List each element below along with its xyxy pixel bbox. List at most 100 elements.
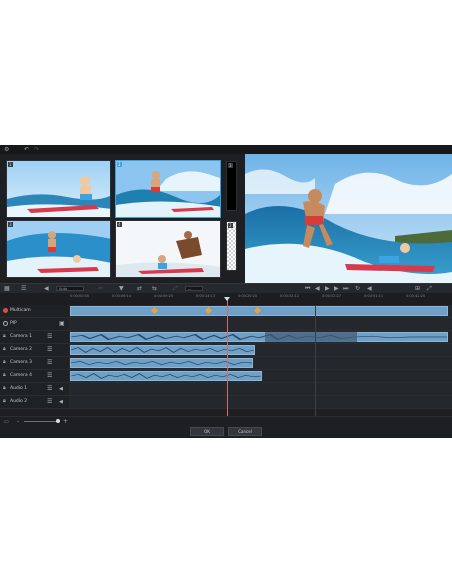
track-camera-3[interactable] <box>69 357 452 370</box>
track-camera-2[interactable] <box>69 344 452 357</box>
track-menu-icon[interactable]: ☰ <box>47 386 52 392</box>
track-name: Audio 1 <box>10 386 28 391</box>
track-header-audio-2[interactable]: 🔒︎ Audio 2 ☰ ◀ <box>0 396 69 409</box>
track-name: Camera 2 <box>10 347 32 352</box>
lock-icon[interactable]: 🔒︎ <box>3 373 8 378</box>
fullscreen-icon[interactable]: ⤢ <box>427 285 432 293</box>
split-icon[interactable]: ✂ <box>98 285 103 293</box>
sync-icon[interactable]: ⇄ <box>137 285 142 293</box>
previous-frame-icon[interactable]: ◀ <box>315 285 320 293</box>
repeat-icon[interactable]: ↻ <box>355 285 360 293</box>
camera-4-preview[interactable]: 4 <box>115 220 221 278</box>
timecode: 0:00:09:20 <box>154 294 174 298</box>
camera-number: 3 <box>8 222 13 227</box>
ok-button[interactable]: OK <box>190 427 224 436</box>
display-select[interactable]: — <box>185 286 203 291</box>
bottom-bar: ▭ - + OK Cancel <box>0 416 452 438</box>
camera-3-preview[interactable]: 3 <box>6 220 111 278</box>
camera-4-clip[interactable] <box>70 371 262 381</box>
speaker-icon[interactable]: ◀ <box>59 399 63 405</box>
timecode: 0:00:06:14 <box>112 294 132 298</box>
track-header-camera-4[interactable]: 🔒︎ Camera 4 ☰ <box>0 370 69 383</box>
camera-2-preview[interactable]: 2 <box>115 160 221 218</box>
track-name: PIP <box>10 321 17 326</box>
play-icon[interactable]: ▶ <box>325 285 330 293</box>
selected-region[interactable] <box>265 332 357 342</box>
track-name: Camera 3 <box>10 360 32 365</box>
volume-icon[interactable]: ◀ <box>367 285 372 293</box>
track-header-pip[interactable]: PIP ▣ <box>0 318 69 331</box>
list-view-icon[interactable]: ☰ <box>21 285 26 293</box>
main-preview <box>245 154 452 283</box>
redo-icon[interactable]: ↷ <box>34 146 39 153</box>
title-bar: ⚙ ↶ ↷ <box>0 145 452 154</box>
marker-icon[interactable]: ▼ <box>119 285 124 293</box>
track-audio-1[interactable] <box>69 383 452 396</box>
audio-select[interactable]: Auto <box>56 286 84 291</box>
lock-icon[interactable]: 🔒︎ <box>3 386 8 391</box>
track-name: Camera 1 <box>10 334 32 339</box>
lock-icon[interactable]: 🔒︎ <box>3 347 8 352</box>
end-marker-line <box>315 305 316 416</box>
camera-3-clip[interactable] <box>70 358 253 368</box>
pip-slot-1[interactable]: 1 <box>226 161 237 211</box>
track-audio-2[interactable] <box>69 396 452 409</box>
lock-icon[interactable]: 🔒︎ <box>3 334 8 339</box>
timecode: 0:00:32:12 <box>280 294 300 298</box>
track-camera-1[interactable] <box>69 331 452 344</box>
next-frame-icon[interactable]: ▶ <box>334 285 339 293</box>
go-end-icon[interactable]: ⏭ <box>343 285 348 293</box>
track-header-camera-3[interactable]: 🔒︎ Camera 3 ☰ <box>0 357 69 370</box>
track-camera-4[interactable] <box>69 370 452 383</box>
lock-icon[interactable]: 🔒︎ <box>3 360 8 365</box>
track-menu-icon[interactable]: ☰ <box>47 360 52 366</box>
waveform <box>71 333 447 341</box>
timeline-ruler-left <box>0 293 69 305</box>
track-pip[interactable] <box>69 318 452 331</box>
timeline-view-icon[interactable]: ▭ <box>4 419 9 425</box>
track-header-multicam[interactable]: Multicam <box>0 305 69 318</box>
track-menu-icon[interactable]: ☰ <box>47 347 52 353</box>
track-header-camera-2[interactable]: 🔒︎ Camera 2 ☰ <box>0 344 69 357</box>
track-header-audio-1[interactable]: 🔒︎ Audio 1 ☰ ◀ <box>0 383 69 396</box>
record-icon[interactable] <box>3 321 8 326</box>
audio-icon[interactable]: ◀ <box>44 285 49 293</box>
zoom-out-icon[interactable]: - <box>17 418 19 425</box>
camera-1-clip[interactable] <box>70 332 448 342</box>
track-multicam[interactable] <box>69 305 452 318</box>
settings-icon[interactable]: ⚙ <box>4 146 9 153</box>
pip-number: 1 <box>228 163 233 168</box>
track-menu-icon[interactable]: ☰ <box>47 334 52 340</box>
lock-icon[interactable]: 🔒︎ <box>3 399 8 404</box>
speaker-icon[interactable]: ◀ <box>59 386 63 392</box>
camera-1-preview[interactable]: 1 <box>6 160 111 218</box>
fit-icon[interactable]: ⤢ <box>173 285 178 293</box>
zoom-icon[interactable]: ⊞ <box>415 285 420 293</box>
track-name: Audio 2 <box>10 399 28 404</box>
waveform <box>71 373 261 379</box>
zoom-slider[interactable] <box>24 421 60 422</box>
zoom-in-icon[interactable]: + <box>63 418 68 425</box>
pip-slot-2[interactable]: 2 <box>226 221 237 271</box>
camera-4-image <box>116 221 220 277</box>
camera-number: 4 <box>117 222 122 227</box>
pip-settings-icon[interactable]: ▣ <box>59 321 65 327</box>
playhead[interactable] <box>227 297 228 417</box>
go-start-icon[interactable]: ⏮ <box>305 285 310 293</box>
undo-icon[interactable]: ↶ <box>24 146 29 153</box>
camera-3-image <box>7 221 110 277</box>
swap-icon[interactable]: ⇆ <box>152 285 157 293</box>
zoom-slider-handle[interactable] <box>56 419 60 423</box>
timecode: 0:00:51:11 <box>364 294 384 298</box>
track-menu-icon[interactable]: ☰ <box>47 399 52 405</box>
timecode: 0:00:14:13 <box>196 294 216 298</box>
timeline-ruler[interactable]: 0:00:00:00 0:00:06:14 0:00:09:20 0:00:14… <box>69 293 452 305</box>
timecode: 0:00:32:27 <box>322 294 342 298</box>
track-menu-icon[interactable]: ☰ <box>47 373 52 379</box>
grid-view-icon[interactable]: ▦ <box>4 285 10 293</box>
record-icon[interactable] <box>3 308 8 313</box>
multicam-editor-window: ⚙ ↶ ↷ 1 2 3 4 1 2 ▦ ☰ ◀ Auto ✂ ▼ ⇄ ⇆ ⤢ —… <box>0 145 452 438</box>
playhead-handle[interactable] <box>224 297 230 301</box>
track-header-camera-1[interactable]: 🔒︎ Camera 1 ☰ <box>0 331 69 344</box>
cancel-button[interactable]: Cancel <box>228 427 262 436</box>
